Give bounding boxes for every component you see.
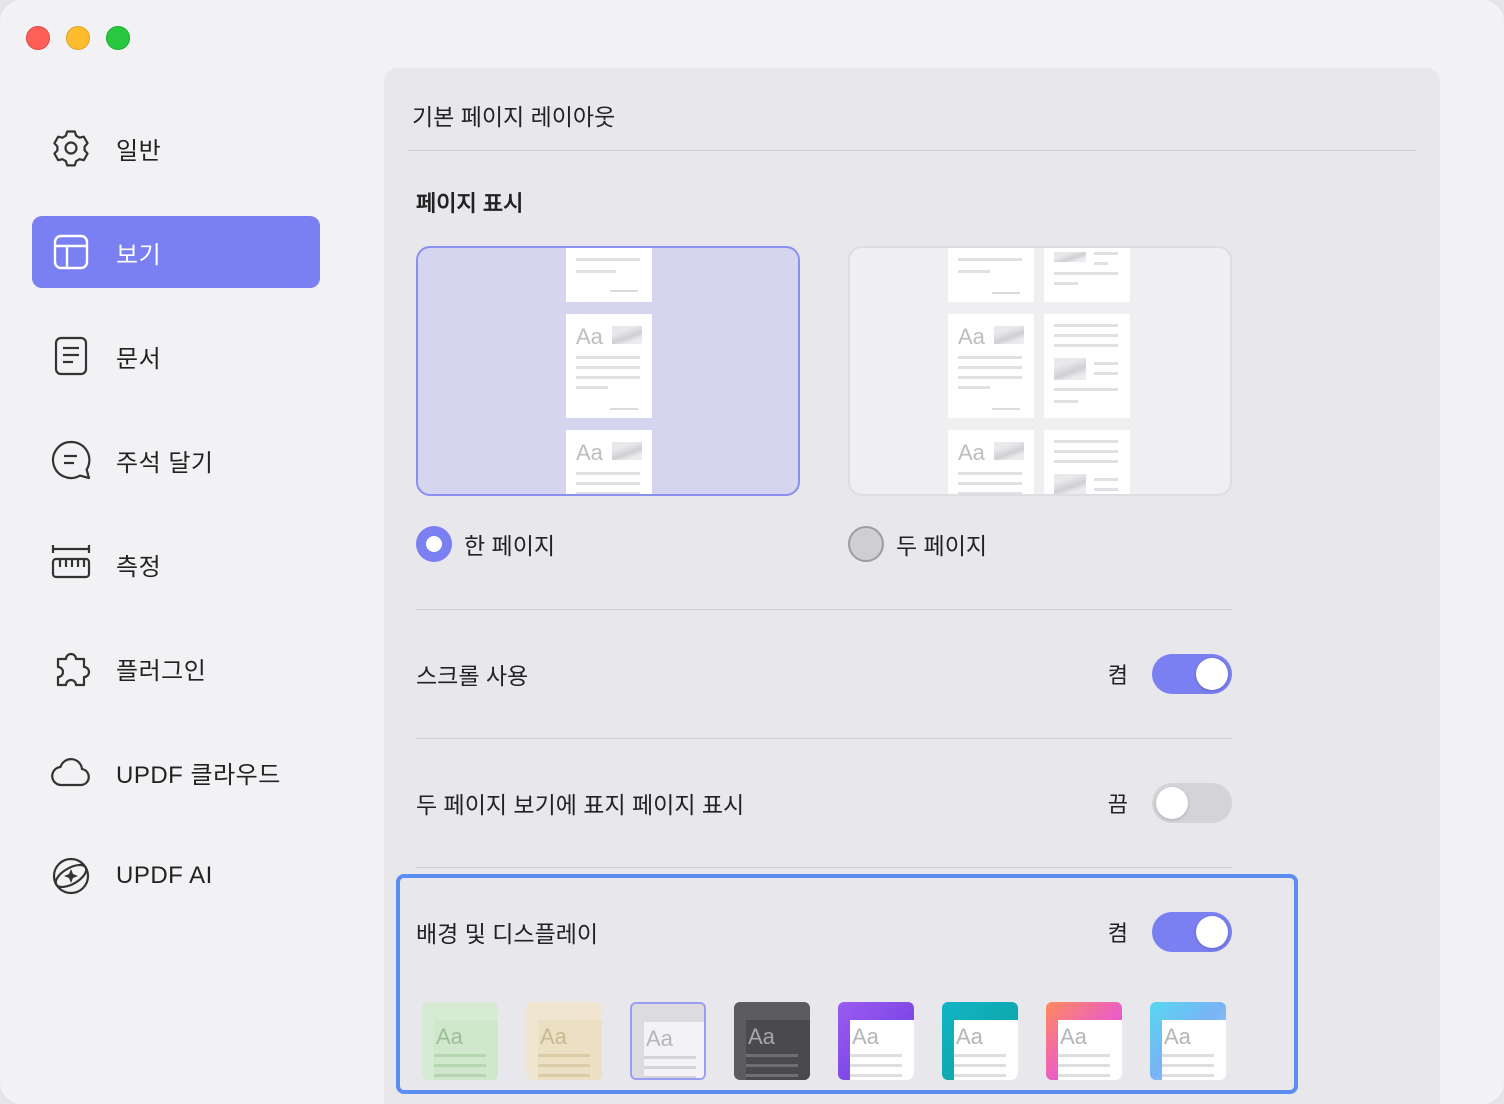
setting-state: 켬: [1107, 921, 1128, 946]
sidebar-item-document[interactable]: 문서: [32, 320, 320, 392]
theme-purple[interactable]: Aa: [838, 1002, 914, 1080]
sidebar-item-annotate[interactable]: 주석 달기: [32, 424, 320, 496]
two-page-radio[interactable]: 두 페이지: [848, 526, 987, 562]
minimize-window-button[interactable]: [66, 26, 90, 50]
setting-label: 배경 및 디스플레이: [416, 921, 599, 947]
theme-green[interactable]: Aa: [422, 1002, 498, 1080]
page-title: 기본 페이지 레이아웃: [412, 104, 616, 130]
page-thumbnail: [1044, 248, 1130, 302]
divider: [416, 738, 1232, 739]
background-display-toggle[interactable]: [1152, 912, 1232, 952]
thumbnail-text: Aa: [540, 1024, 567, 1049]
cloud-icon: [50, 751, 92, 793]
radio-label: 두 페이지: [896, 533, 988, 559]
section-title-page-display: 페이지 표시: [416, 191, 524, 216]
ruler-icon: [50, 543, 92, 585]
divider: [416, 867, 1232, 868]
divider: [408, 150, 1416, 151]
thumbnail-text: Aa: [646, 1026, 673, 1051]
sidebar-item-cloud[interactable]: UPDF 클라우드: [32, 736, 320, 808]
layout-icon: [50, 231, 92, 273]
page-thumbnail: [566, 248, 652, 302]
cover-page-setting-row: 두 페이지 보기에 표지 페이지 표시 끔: [416, 781, 1232, 825]
theme-light-gray[interactable]: Aa: [630, 1002, 706, 1080]
scroll-setting-row: 스크롤 사용 켬: [416, 652, 1232, 696]
sidebar-item-label: 일반: [116, 137, 162, 165]
page-thumbnail: Aa: [948, 314, 1034, 418]
close-window-button[interactable]: [26, 26, 50, 50]
sidebar-item-label: UPDF AI: [116, 862, 213, 889]
setting-label: 두 페이지 보기에 표지 페이지 표시: [416, 792, 745, 818]
theme-teal[interactable]: Aa: [942, 1002, 1018, 1080]
page-thumbnail: Aa: [566, 430, 652, 494]
sidebar-item-label: 보기: [116, 241, 162, 269]
page-thumbnail: [1044, 430, 1130, 494]
document-icon: [50, 335, 92, 377]
scroll-toggle[interactable]: [1152, 654, 1232, 694]
setting-state: 켬: [1107, 663, 1128, 688]
settings-panel: 기본 페이지 레이아웃 페이지 표시 Aa Aa Aa Aa 한 페이지 두 페…: [384, 68, 1440, 1104]
thumbnail-text: Aa: [852, 1024, 879, 1049]
sidebar-item-general[interactable]: 일반: [32, 112, 320, 184]
divider: [416, 609, 1232, 610]
single-page-radio[interactable]: 한 페이지: [416, 526, 555, 562]
thumbnail-text: Aa: [436, 1024, 463, 1049]
background-display-setting-row: 배경 및 디스플레이 켬: [416, 910, 1232, 954]
sidebar-item-label: 측정: [116, 553, 162, 581]
page-thumbnail: [948, 248, 1034, 302]
setting-state: 끔: [1107, 792, 1128, 817]
thumbnail-text: Aa: [748, 1024, 775, 1049]
sidebar-item-plugins[interactable]: 플러그인: [32, 632, 320, 704]
sidebar-item-label: 주석 달기: [116, 449, 214, 477]
radio-unselected[interactable]: [848, 526, 884, 562]
sidebar-item-measure[interactable]: 측정: [32, 528, 320, 600]
thumbnail-text: Aa: [576, 440, 603, 465]
setting-label: 스크롤 사용: [416, 663, 529, 689]
theme-gradient-pink[interactable]: Aa: [1046, 1002, 1122, 1080]
sidebar-item-label: 플러그인: [116, 657, 207, 685]
theme-gradient-blue[interactable]: Aa: [1150, 1002, 1226, 1080]
settings-window: 일반 보기 문서 주석 달기 측정 플러그인 UPDF 클라우드 UPDF AI…: [0, 0, 1504, 1104]
thumbnail-text: Aa: [1060, 1024, 1087, 1049]
thumbnail-text: Aa: [956, 1024, 983, 1049]
thumbnail-text: Aa: [958, 440, 985, 465]
sidebar-item-ai[interactable]: UPDF AI: [32, 840, 320, 912]
background-theme-list: Aa Aa Aa Aa Aa Aa Aa Aa: [422, 1000, 1242, 1082]
radio-label: 한 페이지: [464, 533, 556, 559]
zoom-window-button[interactable]: [106, 26, 130, 50]
puzzle-icon: [50, 647, 92, 689]
theme-dark-gray[interactable]: Aa: [734, 1002, 810, 1080]
window-controls: [26, 26, 130, 50]
two-page-layout-card[interactable]: Aa Aa: [848, 246, 1232, 496]
sidebar-item-label: 문서: [116, 345, 162, 373]
comment-icon: [50, 439, 92, 481]
thumbnail-text: Aa: [1164, 1024, 1191, 1049]
page-thumbnail: Aa: [566, 314, 652, 418]
ai-sparkle-icon: [50, 855, 92, 897]
single-page-layout-card[interactable]: Aa Aa: [416, 246, 800, 496]
gear-icon: [50, 127, 92, 169]
thumbnail-text: Aa: [576, 324, 603, 349]
sidebar-item-view[interactable]: 보기: [32, 216, 320, 288]
cover-page-toggle[interactable]: [1152, 783, 1232, 823]
theme-beige[interactable]: Aa: [526, 1002, 602, 1080]
page-thumbnail: Aa: [948, 430, 1034, 494]
radio-selected[interactable]: [416, 526, 452, 562]
page-thumbnail: [1044, 314, 1130, 418]
sidebar-item-label: UPDF 클라우드: [116, 761, 281, 789]
thumbnail-text: Aa: [958, 324, 985, 349]
